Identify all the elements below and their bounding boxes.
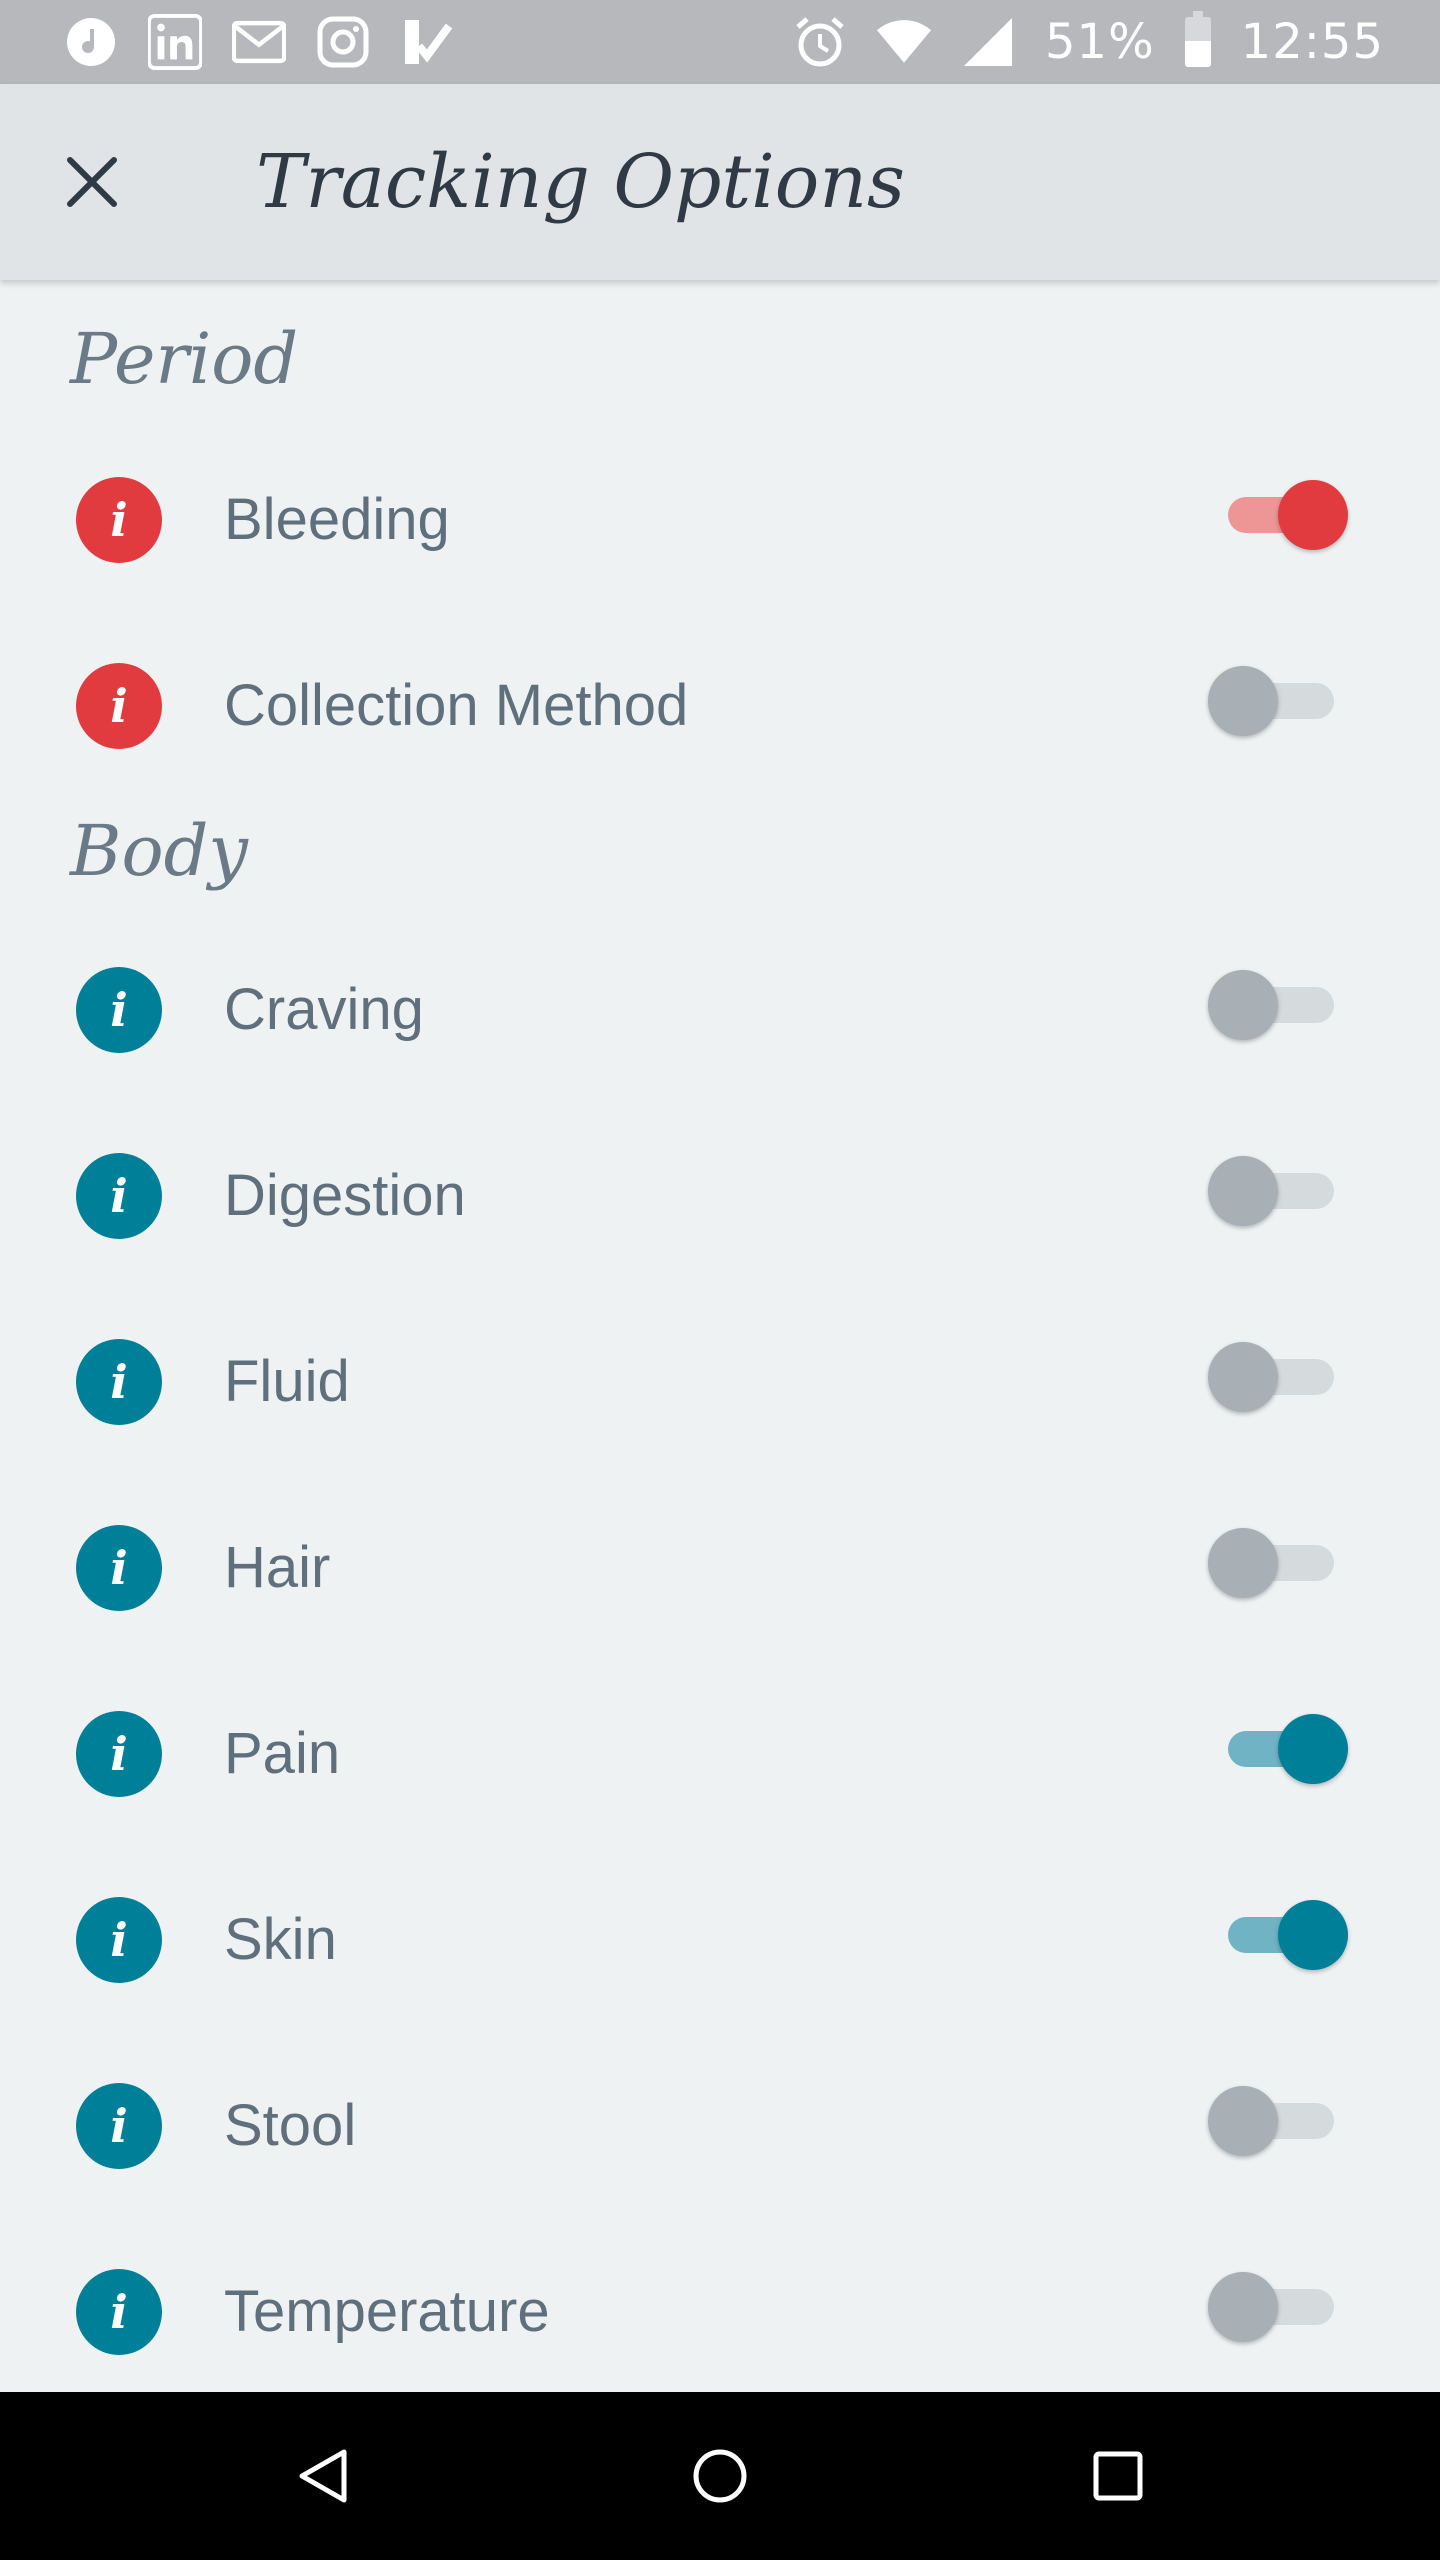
music-note-icon (64, 15, 118, 69)
tracking-options-list: Period i Bleeding i Collection Method Bo… (0, 280, 1440, 2392)
instagram-icon (316, 15, 370, 69)
option-label: Pain (224, 1721, 341, 1786)
tasks-check-icon (400, 15, 454, 69)
bleeding-toggle[interactable] (1206, 475, 1356, 555)
option-row-temperature[interactable]: i Temperature (0, 2237, 1440, 2387)
clock: 12:55 (1240, 14, 1384, 70)
fluid-toggle[interactable] (1206, 1337, 1356, 1417)
option-label: Digestion (224, 1163, 466, 1228)
recents-button[interactable] (1078, 2436, 1158, 2516)
option-row-hair[interactable]: i Hair (0, 1493, 1440, 1643)
app-bar: Tracking Options (0, 84, 1440, 280)
digestion-toggle[interactable] (1206, 1151, 1356, 1231)
info-icon[interactable]: i (76, 2083, 162, 2169)
skin-toggle[interactable] (1206, 1895, 1356, 1975)
stool-toggle[interactable] (1206, 2081, 1356, 2161)
option-label: Hair (224, 1535, 331, 1600)
option-row-digestion[interactable]: i Digestion (0, 1121, 1440, 1271)
option-row-pain[interactable]: i Pain (0, 1679, 1440, 1829)
pain-toggle[interactable] (1206, 1709, 1356, 1789)
wifi-icon (876, 15, 931, 69)
home-icon (693, 2449, 747, 2503)
cell-signal-icon (961, 15, 1015, 69)
collection-method-toggle[interactable] (1206, 661, 1356, 741)
info-icon[interactable]: i (76, 967, 162, 1053)
home-button[interactable] (680, 2436, 760, 2516)
back-button[interactable] (282, 2436, 362, 2516)
option-label: Bleeding (224, 487, 450, 552)
info-icon[interactable]: i (76, 2269, 162, 2355)
hair-toggle[interactable] (1206, 1523, 1356, 1603)
system-nav-bar (0, 2392, 1440, 2560)
system-icons: 51% 12:55 (793, 11, 1384, 70)
info-icon[interactable]: i (76, 1897, 162, 1983)
info-icon[interactable]: i (76, 1525, 162, 1611)
gmail-icon (232, 15, 286, 69)
option-row-craving[interactable]: i Craving (0, 935, 1440, 1085)
close-button[interactable] (56, 146, 128, 218)
status-bar: 51% 12:55 (0, 0, 1440, 84)
option-row-bleeding[interactable]: i Bleeding (0, 445, 1440, 595)
option-label: Fluid (224, 1349, 350, 1414)
info-icon[interactable]: i (76, 1339, 162, 1425)
close-icon (67, 157, 117, 207)
option-row-fluid[interactable]: i Fluid (0, 1307, 1440, 1457)
temperature-toggle[interactable] (1206, 2267, 1356, 2347)
info-icon[interactable]: i (76, 1711, 162, 1797)
section-title-body: Body (70, 810, 248, 892)
option-label: Collection Method (224, 673, 689, 738)
notification-icons (64, 14, 454, 70)
option-label: Stool (224, 2093, 357, 2158)
option-row-collection-method[interactable]: i Collection Method (0, 631, 1440, 781)
battery-icon (1184, 11, 1211, 67)
alarm-icon (793, 15, 847, 69)
section-title-period: Period (70, 318, 299, 400)
option-label: Temperature (224, 2279, 550, 2344)
back-icon (299, 2449, 347, 2503)
battery-percent: 51% (1044, 14, 1155, 70)
craving-toggle[interactable] (1206, 965, 1356, 1045)
option-label: Craving (224, 977, 424, 1042)
option-label: Skin (224, 1907, 337, 1972)
option-row-skin[interactable]: i Skin (0, 1865, 1440, 2015)
option-row-stool[interactable]: i Stool (0, 2051, 1440, 2201)
page-title: Tracking Options (256, 139, 905, 225)
info-icon[interactable]: i (76, 663, 162, 749)
recents-icon (1093, 2451, 1143, 2501)
linkedin-icon (148, 14, 202, 70)
info-icon[interactable]: i (76, 1153, 162, 1239)
info-icon[interactable]: i (76, 477, 162, 563)
